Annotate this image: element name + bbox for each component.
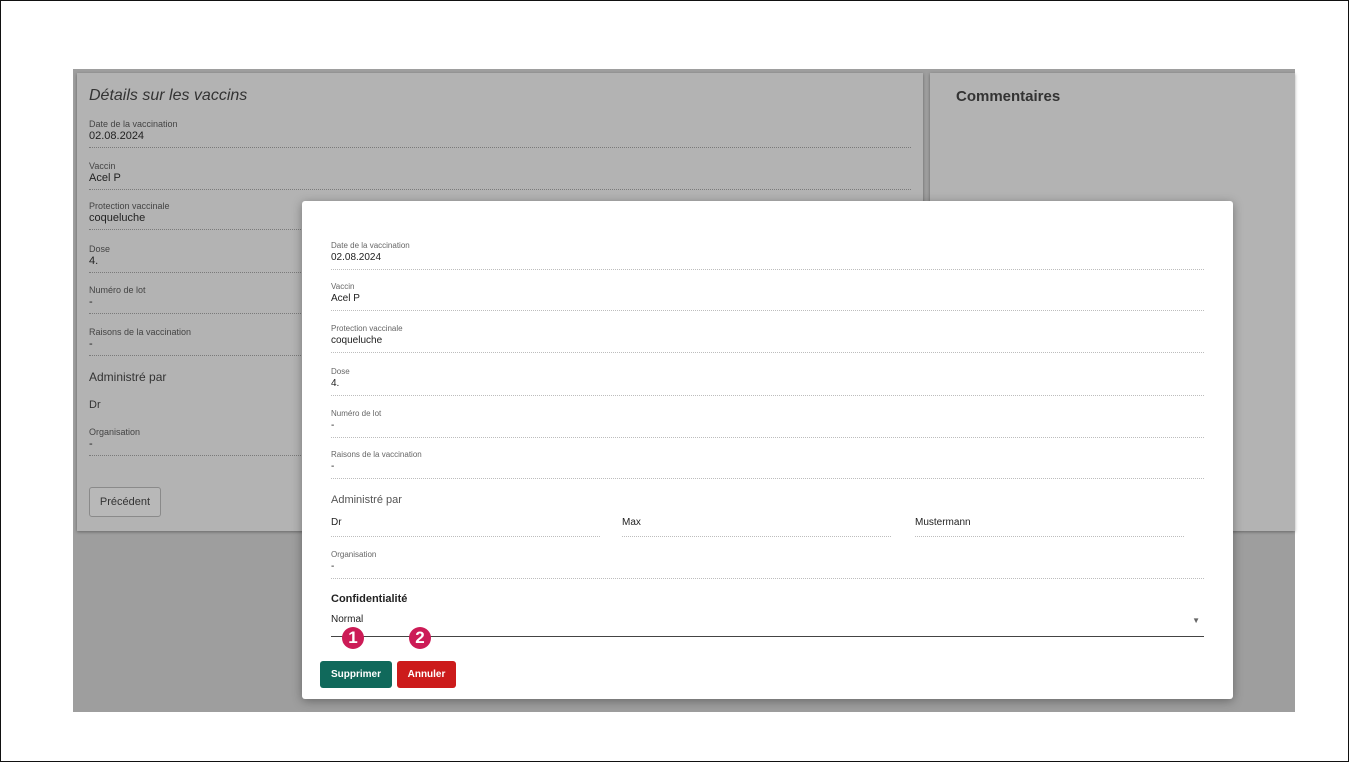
field-value: - <box>331 420 335 431</box>
modal-field-dose: Dose 4. <box>331 367 1204 396</box>
bg-administered-title: Dr <box>89 399 101 411</box>
step-badge-2: 2 <box>409 627 431 649</box>
confidentiality-label: Confidentialité <box>331 593 408 605</box>
field-label: Vaccin <box>89 161 116 171</box>
modal-field-reasons: Raisons de la vaccination - <box>331 450 1204 479</box>
previous-button[interactable]: Précédent <box>89 487 161 517</box>
field-value: - <box>331 561 335 572</box>
field-label: Organisation <box>331 550 377 559</box>
field-value: - <box>331 461 335 472</box>
administered-by-title: Dr <box>331 517 600 537</box>
delete-confirmation-modal: Date de la vaccination 02.08.2024 Vaccin… <box>302 201 1233 699</box>
screenshot-frame: Détails sur les vaccins Date de la vacci… <box>0 0 1349 762</box>
bg-administered-by-label: Administré par <box>89 370 167 384</box>
field-value: Acel P <box>331 293 360 304</box>
delete-button[interactable]: Supprimer <box>320 661 392 688</box>
chevron-down-icon: ▼ <box>1192 616 1200 625</box>
field-value: 02.08.2024 <box>89 130 145 142</box>
cancel-button[interactable]: Annuler <box>397 661 456 688</box>
confidentiality-value: Normal <box>331 614 364 625</box>
comments-title: Commentaires <box>956 88 1061 105</box>
field-label: Numéro de lot <box>331 409 382 418</box>
administered-by-last-name: Mustermann <box>915 517 1184 537</box>
field-label: Dose <box>331 367 350 376</box>
modal-field-lot: Numéro de lot - <box>331 409 1204 438</box>
field-value: 02.08.2024 <box>331 252 382 263</box>
field-value: 4. <box>331 378 340 389</box>
modal-field-date: Date de la vaccination 02.08.2024 <box>331 241 1204 270</box>
field-value: Acel P <box>89 172 121 184</box>
modal-field-protection: Protection vaccinale coqueluche <box>331 324 1204 353</box>
details-title: Détails sur les vaccins <box>89 87 248 104</box>
field-value: coqueluche <box>331 335 383 346</box>
administered-by-label: Administré par <box>331 494 402 506</box>
field-label: Date de la vaccination <box>331 241 410 250</box>
confidentiality-select[interactable]: Normal ▼ <box>331 614 1204 637</box>
field-label: Date de la vaccination <box>89 119 178 129</box>
field-label: Raisons de la vaccination <box>331 450 422 459</box>
step-badge-1: 1 <box>342 627 364 649</box>
field-label: Protection vaccinale <box>331 324 403 333</box>
bg-field-date: Date de la vaccination 02.08.2024 <box>89 117 911 148</box>
field-label: Vaccin <box>331 282 355 291</box>
bg-field-vaccine: Vaccin Acel P <box>89 159 911 190</box>
administered-by-first-name: Max <box>622 517 891 537</box>
modal-field-organisation: Organisation - <box>331 550 1204 579</box>
modal-field-vaccine: Vaccin Acel P <box>331 282 1204 311</box>
